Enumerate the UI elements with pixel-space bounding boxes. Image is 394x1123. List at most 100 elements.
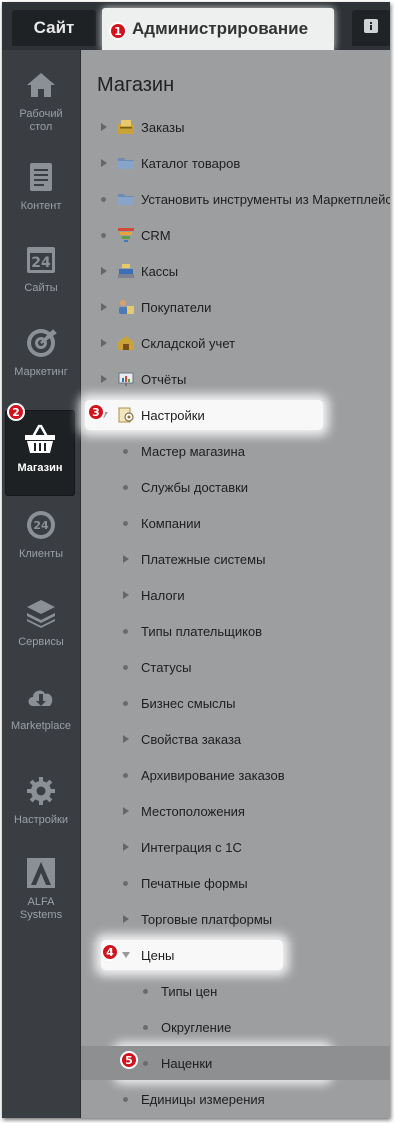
menu-item[interactable]: Типы цен	[81, 974, 390, 1008]
sidebar-item-settings[interactable]: Настройки	[2, 762, 80, 848]
admin-window: Сайт Администрирование Рабочий стол Конт…	[2, 2, 390, 1118]
menu-item[interactable]: Типы плательщиков	[81, 614, 390, 648]
menu-item-label: Платежные системы	[141, 552, 266, 567]
menu-item[interactable]: Компании	[81, 506, 390, 540]
layers-icon	[24, 596, 58, 630]
sidebar-item-marketplace[interactable]: Marketplace	[2, 668, 80, 754]
expand-arrow-icon[interactable]	[123, 555, 129, 563]
menu-item[interactable]: Торговые платформы	[81, 902, 390, 936]
menu-item[interactable]: Округление	[81, 1010, 390, 1044]
sidebar-item-label: Сервисы	[18, 636, 64, 648]
expand-arrow-icon[interactable]	[123, 591, 129, 599]
cloud-download-icon	[24, 680, 58, 714]
menu-item[interactable]: Платежные системы	[81, 542, 390, 576]
bullet-dot-icon	[143, 1061, 148, 1066]
collapse-arrow-icon[interactable]	[122, 952, 130, 958]
menu-item[interactable]: Мастер магазина	[81, 434, 390, 468]
folder-icon	[117, 191, 135, 207]
menu-item-label: Настройки	[141, 408, 205, 423]
menu-item-label: Наценки	[161, 1056, 213, 1071]
menu-item[interactable]: Цены	[81, 938, 390, 972]
sidebar-item-label: ALFA Systems	[19, 896, 63, 921]
callout-badge-1: 1	[109, 22, 127, 40]
expand-arrow-icon[interactable]	[101, 339, 107, 347]
sidebar-item-label: Контент	[20, 200, 62, 212]
menu-item-label: Кассы	[141, 264, 179, 279]
expand-arrow-icon[interactable]	[123, 915, 129, 923]
menu-item[interactable]: Свойства заказа	[81, 722, 390, 756]
sidebar-item-store[interactable]: Магазин	[5, 410, 75, 496]
menu-item-label: Мастер магазина	[141, 444, 245, 459]
sidebar-item-desktop[interactable]: Рабочий стол	[2, 56, 80, 142]
buyers-icon	[117, 299, 135, 315]
menu-item[interactable]: Статусы	[81, 650, 390, 684]
sidebar-item-label: Настройки	[14, 814, 68, 826]
alfa-logo-icon	[24, 856, 58, 890]
menu-item[interactable]: Покупатели	[81, 290, 390, 324]
sidebar-item-clients[interactable]: 24 Клиенты	[2, 496, 80, 582]
sidebar-item-marketing[interactable]: Маркетинг	[2, 314, 80, 400]
bullet-dot-icon	[101, 233, 106, 238]
main-content: Магазин Заказы Каталог товаров Установить …	[81, 50, 390, 1118]
expand-arrow-icon[interactable]	[123, 807, 129, 815]
callout-badge-3: 3	[87, 403, 105, 421]
menu-item[interactable]: Кассы	[81, 254, 390, 288]
menu-item-label: Архивирование заказов	[141, 768, 285, 783]
tab-site[interactable]: Сайт	[12, 10, 96, 46]
menu-item-label: Отчёты	[141, 372, 187, 387]
menu-item-label: Типы плательщиков	[141, 624, 263, 639]
sidebar-item-label: Marketplace	[11, 720, 71, 732]
menu-item-label: Интеграция с 1С	[141, 840, 242, 855]
bullet-dot-icon	[123, 701, 128, 706]
sidebar-item-alfa-systems[interactable]: ALFA Systems	[2, 844, 80, 930]
basket-icon	[23, 422, 57, 456]
sidebar-item-label: Маркетинг	[14, 366, 68, 378]
folder-icon	[117, 155, 135, 171]
menu-item[interactable]: Местоположения	[81, 794, 390, 828]
menu-item[interactable]: Единицы измерения	[81, 1082, 390, 1116]
menu-item[interactable]: Печатные формы	[81, 866, 390, 900]
expand-arrow-icon[interactable]	[101, 123, 107, 131]
sidebar-item-label: Сайты	[24, 282, 58, 294]
info-button[interactable]	[352, 10, 390, 46]
sidebar-item-sites[interactable]: 24 Сайты	[2, 230, 80, 316]
menu-item-label: Складской учет	[141, 336, 236, 351]
expand-arrow-icon[interactable]	[101, 375, 107, 383]
menu-item-label: Каталог товаров	[141, 156, 241, 171]
menu-item[interactable]: Налоги	[81, 578, 390, 612]
callout-badge-4: 4	[101, 943, 119, 961]
expand-arrow-icon[interactable]	[123, 735, 129, 743]
menu-item[interactable]: Складской учет	[81, 326, 390, 360]
svg-text:24: 24	[31, 255, 51, 271]
menu-item[interactable]: Каталог товаров	[81, 146, 390, 180]
menu-item[interactable]: Интеграция с 1С	[81, 830, 390, 864]
expand-arrow-icon[interactable]	[101, 267, 107, 275]
menu-item[interactable]: Настройки	[81, 398, 390, 432]
expand-arrow-icon[interactable]	[123, 843, 129, 851]
menu-item[interactable]: Отчёты	[81, 362, 390, 396]
menu-item-label: Типы цен	[161, 984, 218, 999]
menu-item[interactable]: CRM	[81, 218, 390, 252]
expand-arrow-icon[interactable]	[101, 303, 107, 311]
warehouse-icon	[117, 335, 135, 351]
expand-arrow-icon[interactable]	[101, 159, 107, 167]
crm-funnel-icon	[117, 227, 135, 243]
menu-item[interactable]: Службы доставки	[81, 470, 390, 504]
menu-item[interactable]: Архивирование заказов	[81, 758, 390, 792]
tab-administration[interactable]: Администрирование	[102, 8, 334, 50]
cash-register-icon	[117, 263, 135, 279]
document-icon	[24, 160, 58, 194]
sidebar-item-content[interactable]: Контент	[2, 148, 80, 234]
bullet-dot-icon	[101, 197, 106, 202]
menu-item[interactable]: Установить инструменты из Маркетплейс	[81, 182, 390, 216]
gear-icon	[24, 774, 58, 808]
menu-item-label: Цены	[141, 948, 175, 963]
sidebar-item-services[interactable]: Сервисы	[2, 584, 80, 670]
menu-item[interactable]: Заказы	[81, 110, 390, 144]
clients-24-icon: 24	[24, 508, 58, 542]
bullet-dot-icon	[143, 989, 148, 994]
menu-item-label: Заказы	[141, 120, 185, 135]
menu-item-label: Налоги	[141, 588, 185, 603]
menu-item[interactable]: Бизнес смыслы	[81, 686, 390, 720]
menu-item-label: Статусы	[141, 660, 192, 675]
